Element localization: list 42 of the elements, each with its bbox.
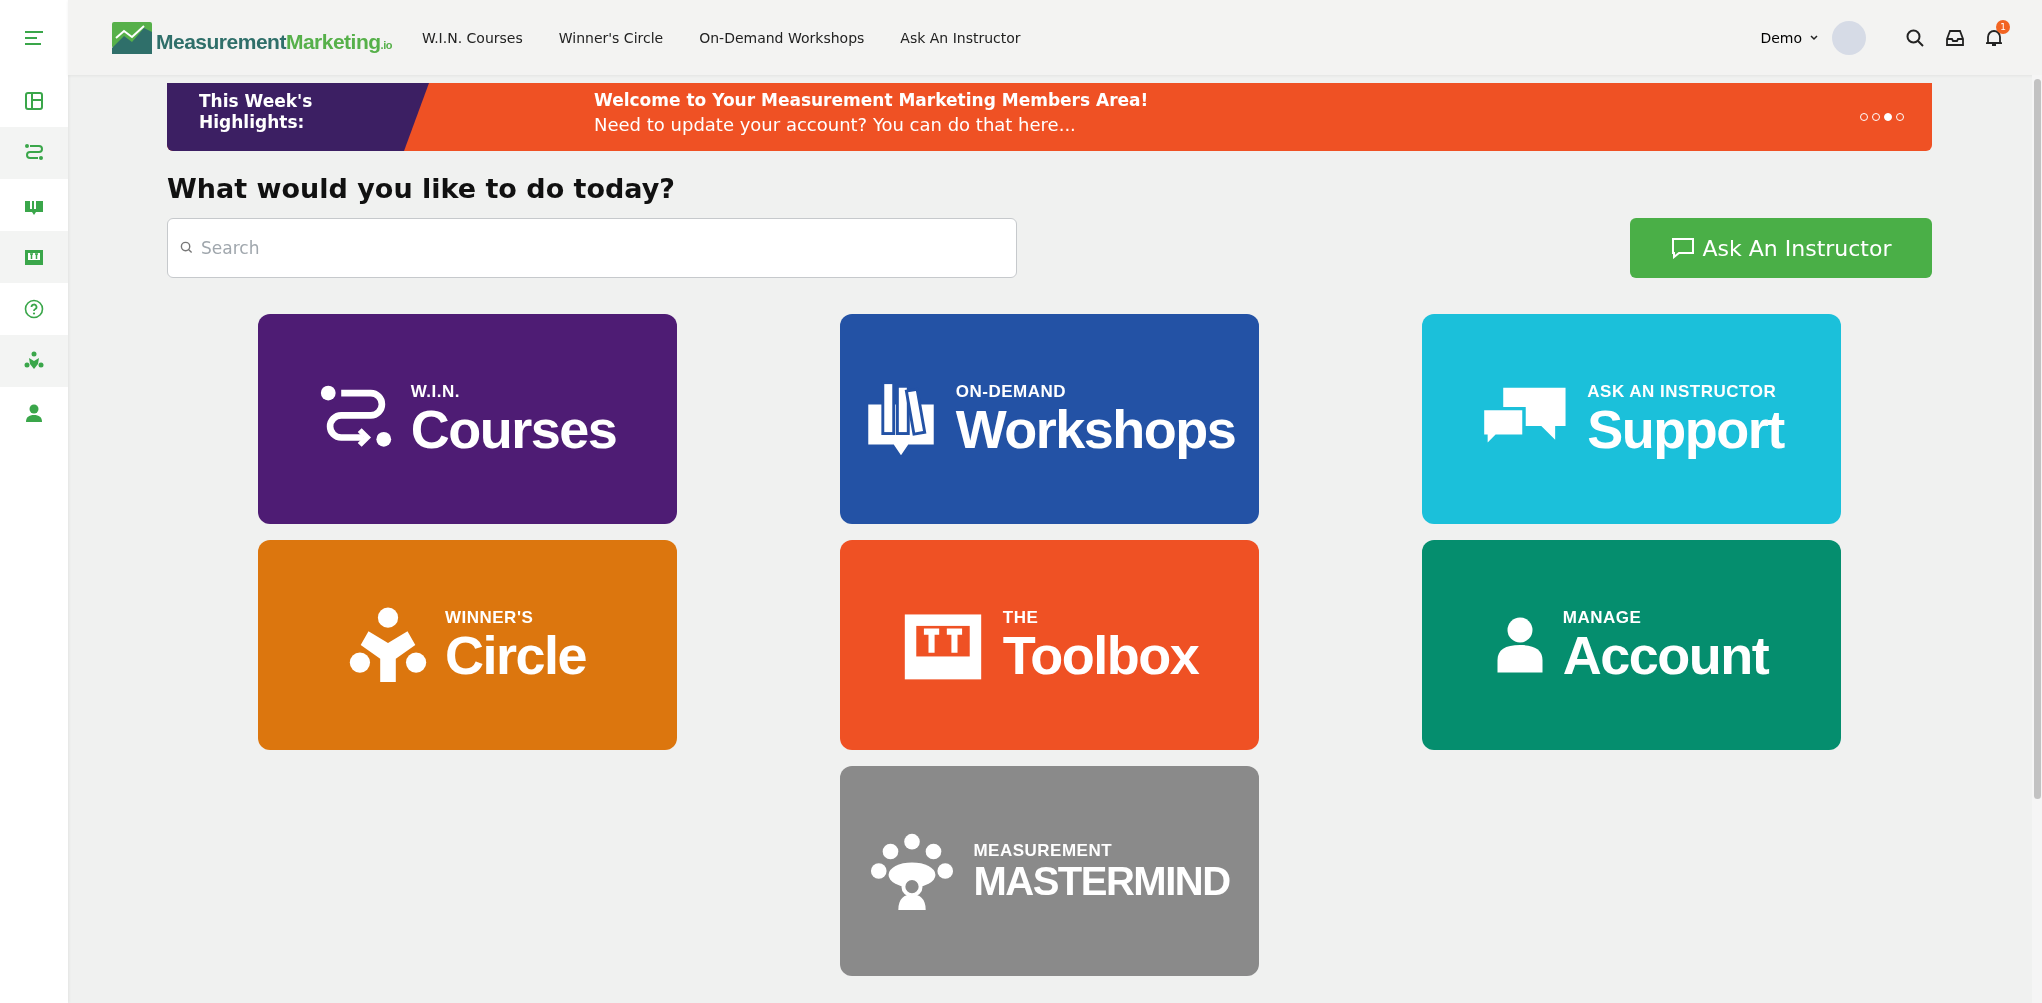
menu-icon[interactable] (24, 29, 44, 46)
layout-icon (24, 91, 44, 111)
person-icon (24, 403, 44, 423)
notification-count: 1 (1996, 19, 2010, 34)
inbox-button[interactable] (1946, 29, 1964, 46)
search-button[interactable] (1906, 28, 1924, 47)
sidebar-item[interactable] (0, 75, 68, 127)
banner-label: Highlights: (199, 112, 306, 134)
banner-label: This Week's (199, 91, 314, 113)
user-menu[interactable]: Demo (1760, 29, 1818, 46)
chart-logo-icon (112, 21, 152, 54)
section-tile[interactable]: W.I.N. Courses (258, 314, 677, 524)
section-tile[interactable]: MANAGE Account (1422, 540, 1841, 750)
search-icon (180, 241, 193, 254)
logo[interactable]: MeasurementMarketing.io (112, 21, 392, 54)
section-tile[interactable]: ON-DEMAND Workshops (840, 314, 1259, 524)
sidebar-item[interactable] (0, 283, 68, 335)
sidebar-item[interactable] (0, 387, 68, 439)
sidebar-item[interactable] (0, 127, 68, 179)
sidebar-item[interactable] (0, 335, 68, 387)
nav-link[interactable]: W.I.N. Courses (421, 29, 523, 46)
meeting-icon (869, 831, 956, 911)
page-heading: What would you like to do today? (167, 173, 677, 204)
section-tile[interactable]: THE Toolbox (840, 540, 1259, 750)
sidebar-item[interactable] (0, 179, 68, 231)
toolbox-icon (24, 247, 44, 267)
route-icon (24, 143, 44, 163)
nav-link[interactable]: Ask An Instructor (900, 29, 1021, 46)
notifications-button[interactable] (1986, 28, 2002, 47)
highlights-banner[interactable]: This Week's Highlights: Welcome to Your Measurement Marketing Members Area! Need to update your account? You can do that here... (167, 83, 1932, 151)
help-icon (24, 299, 44, 319)
chat-icon (1670, 237, 1695, 259)
group-icon (348, 606, 427, 684)
group-icon (24, 351, 44, 371)
search-field[interactable]: Search (167, 218, 1017, 278)
nav-link[interactable]: On-Demand Workshops (699, 29, 865, 46)
nav-link[interactable]: Winner's Circle (558, 29, 664, 46)
sidebar-item[interactable] (0, 231, 68, 283)
banner-message: Need to update your account? You can do that here... (594, 114, 1077, 135)
carousel-dot[interactable] (1884, 113, 1892, 121)
banner-title: Welcome to Your Measurement Marketing Members Area! (594, 90, 1150, 110)
chevron-down-icon (1810, 34, 1818, 41)
